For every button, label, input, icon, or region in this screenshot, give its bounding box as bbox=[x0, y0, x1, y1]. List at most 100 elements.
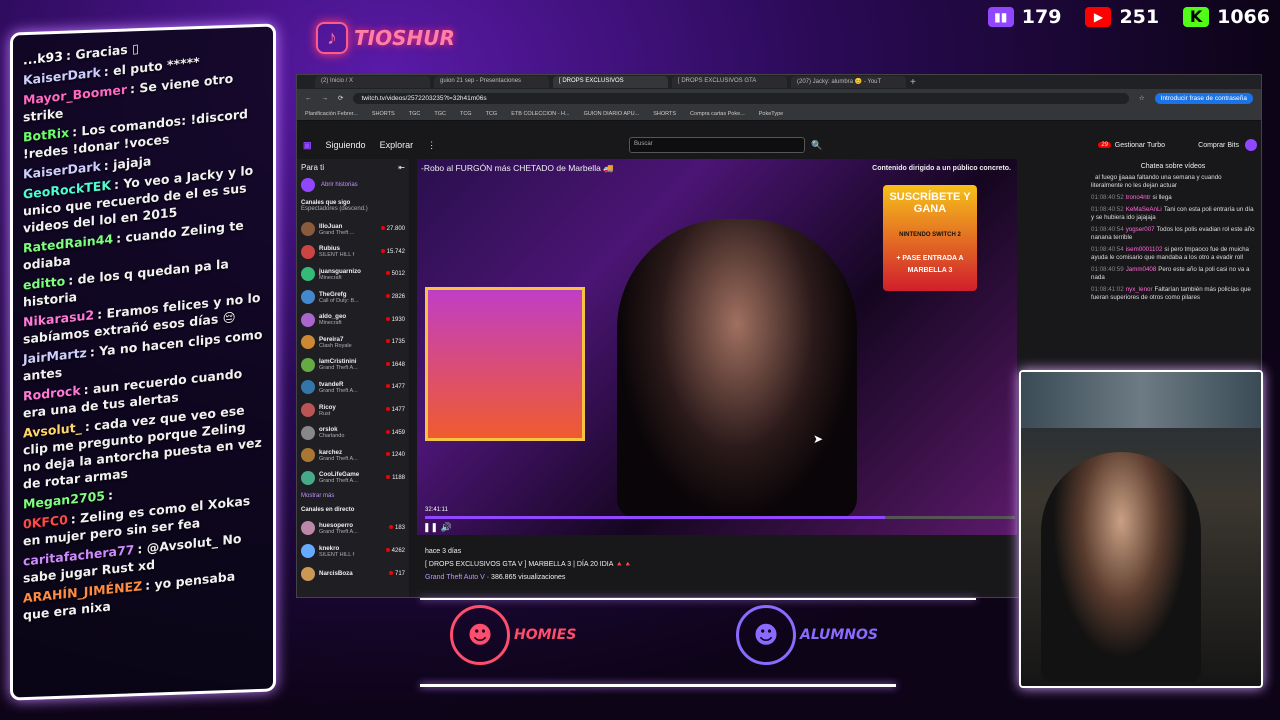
nav-following[interactable]: Siguiendo bbox=[326, 140, 366, 150]
chat-username[interactable]: editto bbox=[23, 273, 65, 292]
chat-username[interactable]: trono4ntr bbox=[1126, 194, 1151, 201]
sidebar-channel[interactable]: Rubius SILENT HILL f 15.742 bbox=[301, 241, 405, 264]
sidebar-channel[interactable]: NarcisBoza 717 bbox=[301, 562, 405, 585]
chat-username[interactable]: ...k93 bbox=[23, 48, 63, 67]
sidebar-channel[interactable]: IlloJuan Grand Theft ... 27.800 bbox=[301, 218, 405, 241]
bookmark-item[interactable]: SHORTS bbox=[653, 111, 676, 117]
browser-tab[interactable]: guion 21 sep - Presentaciones bbox=[434, 76, 549, 88]
bookmark-item[interactable]: Planificación Febrer... bbox=[305, 111, 358, 117]
bookmark-item[interactable]: GUION DIARIO APU... bbox=[584, 111, 640, 117]
bookmark-item[interactable]: ETB COLECCION - H... bbox=[511, 111, 569, 117]
forward-icon[interactable]: → bbox=[322, 95, 329, 102]
search-input[interactable]: Buscar bbox=[629, 137, 805, 153]
bookmark-item[interactable]: TGC bbox=[409, 111, 421, 117]
reload-icon[interactable]: ⟳ bbox=[338, 94, 343, 102]
chat-title: Chatea sobre vídeos bbox=[1140, 163, 1206, 170]
show-more-link[interactable]: Mostrar más bbox=[301, 493, 405, 499]
sidebar-channel[interactable]: TheGrefg Call of Duty: B... 2826 bbox=[301, 286, 405, 309]
sidebar-channel[interactable]: orslok Charlando 1459 bbox=[301, 421, 405, 444]
stories-avatar[interactable] bbox=[301, 178, 315, 192]
sidebar-channel[interactable]: IamCristinini Grand Theft A... 1648 bbox=[301, 354, 405, 377]
pause-icon[interactable]: ❚❚ bbox=[423, 522, 438, 532]
channel-name: TheGrefg bbox=[319, 290, 347, 298]
chat-username[interactable]: isem0001102 bbox=[1126, 246, 1163, 253]
video-chat-message: al fuego jjaaaa faltando una semana y cu… bbox=[1091, 174, 1255, 190]
channel-name: Ricoy bbox=[319, 403, 336, 411]
bookmark-item[interactable]: Compra cartas Poke... bbox=[690, 111, 745, 117]
bookmark-item[interactable]: TGC bbox=[434, 111, 446, 117]
chat-username[interactable]: yogser007 bbox=[1126, 226, 1155, 233]
volume-icon[interactable]: 🔊 bbox=[441, 522, 452, 532]
live-dot-icon bbox=[380, 248, 385, 253]
bits-button[interactable]: Comprar Bits bbox=[1198, 142, 1239, 149]
sidebar-channel[interactable]: tvandeR Grand Theft A... 1477 bbox=[301, 376, 405, 399]
sidebar-channel[interactable]: CooLifeGame Grand Theft A... 1188 bbox=[301, 467, 405, 490]
channel-game: SILENT HILL f bbox=[319, 551, 355, 558]
sidebar-channel[interactable]: karchez Grand Theft A... 1240 bbox=[301, 444, 405, 467]
progress-bar[interactable] bbox=[425, 516, 1015, 519]
sidebar-channel[interactable]: Pereira7 Clash Royale 1735 bbox=[301, 331, 405, 354]
tab-bar: (2) Inicio / X guion 21 sep - Presentaci… bbox=[297, 75, 1261, 89]
browser-tab[interactable]: [ DROPS EXCLUSIVOS GTA bbox=[672, 76, 787, 88]
game-link[interactable]: Grand Theft Auto V bbox=[425, 574, 485, 581]
sidebar-channel[interactable]: huesoperro Grand Theft A... 183 bbox=[301, 517, 405, 540]
turbo-button[interactable]: Gestionar Turbo bbox=[1115, 142, 1165, 149]
browser-tab-active[interactable]: [ DROPS EXCLUSIVOS bbox=[553, 76, 668, 88]
profile-hint[interactable]: Introducir frase de contraseña bbox=[1154, 92, 1253, 104]
live-dot-icon bbox=[385, 384, 390, 389]
viewer-count-value: 1477 bbox=[391, 407, 405, 414]
stat-kick: K 1066 bbox=[1183, 6, 1270, 28]
channel-game: Rust bbox=[319, 410, 331, 417]
new-tab-icon[interactable]: + bbox=[910, 77, 916, 88]
channel-game: Clash Royale bbox=[319, 342, 352, 349]
chat-username[interactable]: KeMaSeAnLi bbox=[1126, 206, 1162, 213]
sidebar-channel[interactable]: aldo_geo Minecraft 1930 bbox=[301, 308, 405, 331]
url-input[interactable]: twitch.tv/videos/2572203235?t=32h41m06s bbox=[353, 92, 1129, 104]
chat-username[interactable]: JairMartz bbox=[23, 345, 87, 367]
nav-browse[interactable]: Explorar bbox=[380, 140, 414, 150]
tiktok-icon: ♪ bbox=[316, 22, 348, 54]
video-player[interactable]: -Robo al FURGÓN más CHETADO de Marbella … bbox=[417, 159, 1017, 535]
brand: ♪ TIOSHUR bbox=[316, 22, 455, 54]
bookmark-item[interactable]: PokeType bbox=[759, 111, 783, 117]
browser-tab[interactable]: (207) Jacky: alumbra 😊 - YouT bbox=[791, 76, 906, 88]
divider-line bbox=[420, 684, 896, 687]
follower-stats: ▮▮ 179 ▶ 251 K 1066 bbox=[987, 6, 1270, 28]
bookmark-item[interactable]: TCG bbox=[486, 111, 498, 117]
search-icon[interactable]: 🔍 bbox=[811, 140, 822, 151]
avatar[interactable] bbox=[1245, 139, 1257, 151]
channel-game: Grand Theft A... bbox=[319, 528, 358, 535]
more-icon[interactable]: ⋮ bbox=[427, 140, 436, 151]
channel-avatar bbox=[301, 335, 315, 350]
star-icon[interactable]: ☆ bbox=[1139, 94, 1145, 102]
hood-icon: ☻ bbox=[736, 605, 796, 665]
bookmark-item[interactable]: TCG bbox=[460, 111, 472, 117]
viewer-count: 1188 bbox=[386, 474, 405, 481]
collapse-icon[interactable]: ⇤ bbox=[398, 163, 405, 172]
sort-label[interactable]: Espectadores (descend.) bbox=[301, 206, 405, 212]
sidebar-channel[interactable]: knekro SILENT HILL f 4262 bbox=[301, 540, 405, 563]
chat-username[interactable]: nyx_lenor bbox=[1126, 286, 1153, 293]
open-stories-link[interactable]: Abrir historias bbox=[321, 182, 358, 188]
bookmark-item[interactable]: SHORTS bbox=[372, 111, 395, 117]
sidebar-channel[interactable]: juansguarnizo Minecraft 5012 bbox=[301, 263, 405, 286]
channel-game: Minecraft bbox=[319, 320, 342, 327]
chat-username[interactable]: Jamm0408 bbox=[1126, 266, 1157, 273]
channel-avatar bbox=[301, 222, 315, 237]
twitch-logo-icon[interactable]: ▣ bbox=[303, 140, 312, 151]
content-warning[interactable]: Contenido dirigido a un público concreto… bbox=[872, 165, 1011, 172]
viewer-count-value: 1240 bbox=[391, 452, 405, 459]
live-dot-icon bbox=[388, 525, 393, 530]
live-dot-icon bbox=[385, 316, 390, 321]
channel-avatar bbox=[301, 357, 315, 372]
browser-tab[interactable]: (2) Inicio / X bbox=[315, 76, 430, 88]
chat-list: ...k93: Gracias ▯ KaiserDark: el puto ***… bbox=[23, 35, 265, 689]
chat-text: : bbox=[108, 487, 113, 503]
chat-text: al fuego jjaaaa faltando una semana y cu… bbox=[1091, 174, 1222, 189]
viewer-count: 1735 bbox=[385, 339, 405, 345]
video-chat-message: 01:08:40:52 KeMaSeAnLi Tani con esta poli … bbox=[1091, 206, 1255, 222]
kick-icon: K bbox=[1183, 7, 1210, 27]
viewer-count: 717 bbox=[388, 570, 405, 577]
sidebar-channel[interactable]: Ricoy Rust 1477 bbox=[301, 399, 405, 422]
back-icon[interactable]: ← bbox=[305, 95, 312, 102]
